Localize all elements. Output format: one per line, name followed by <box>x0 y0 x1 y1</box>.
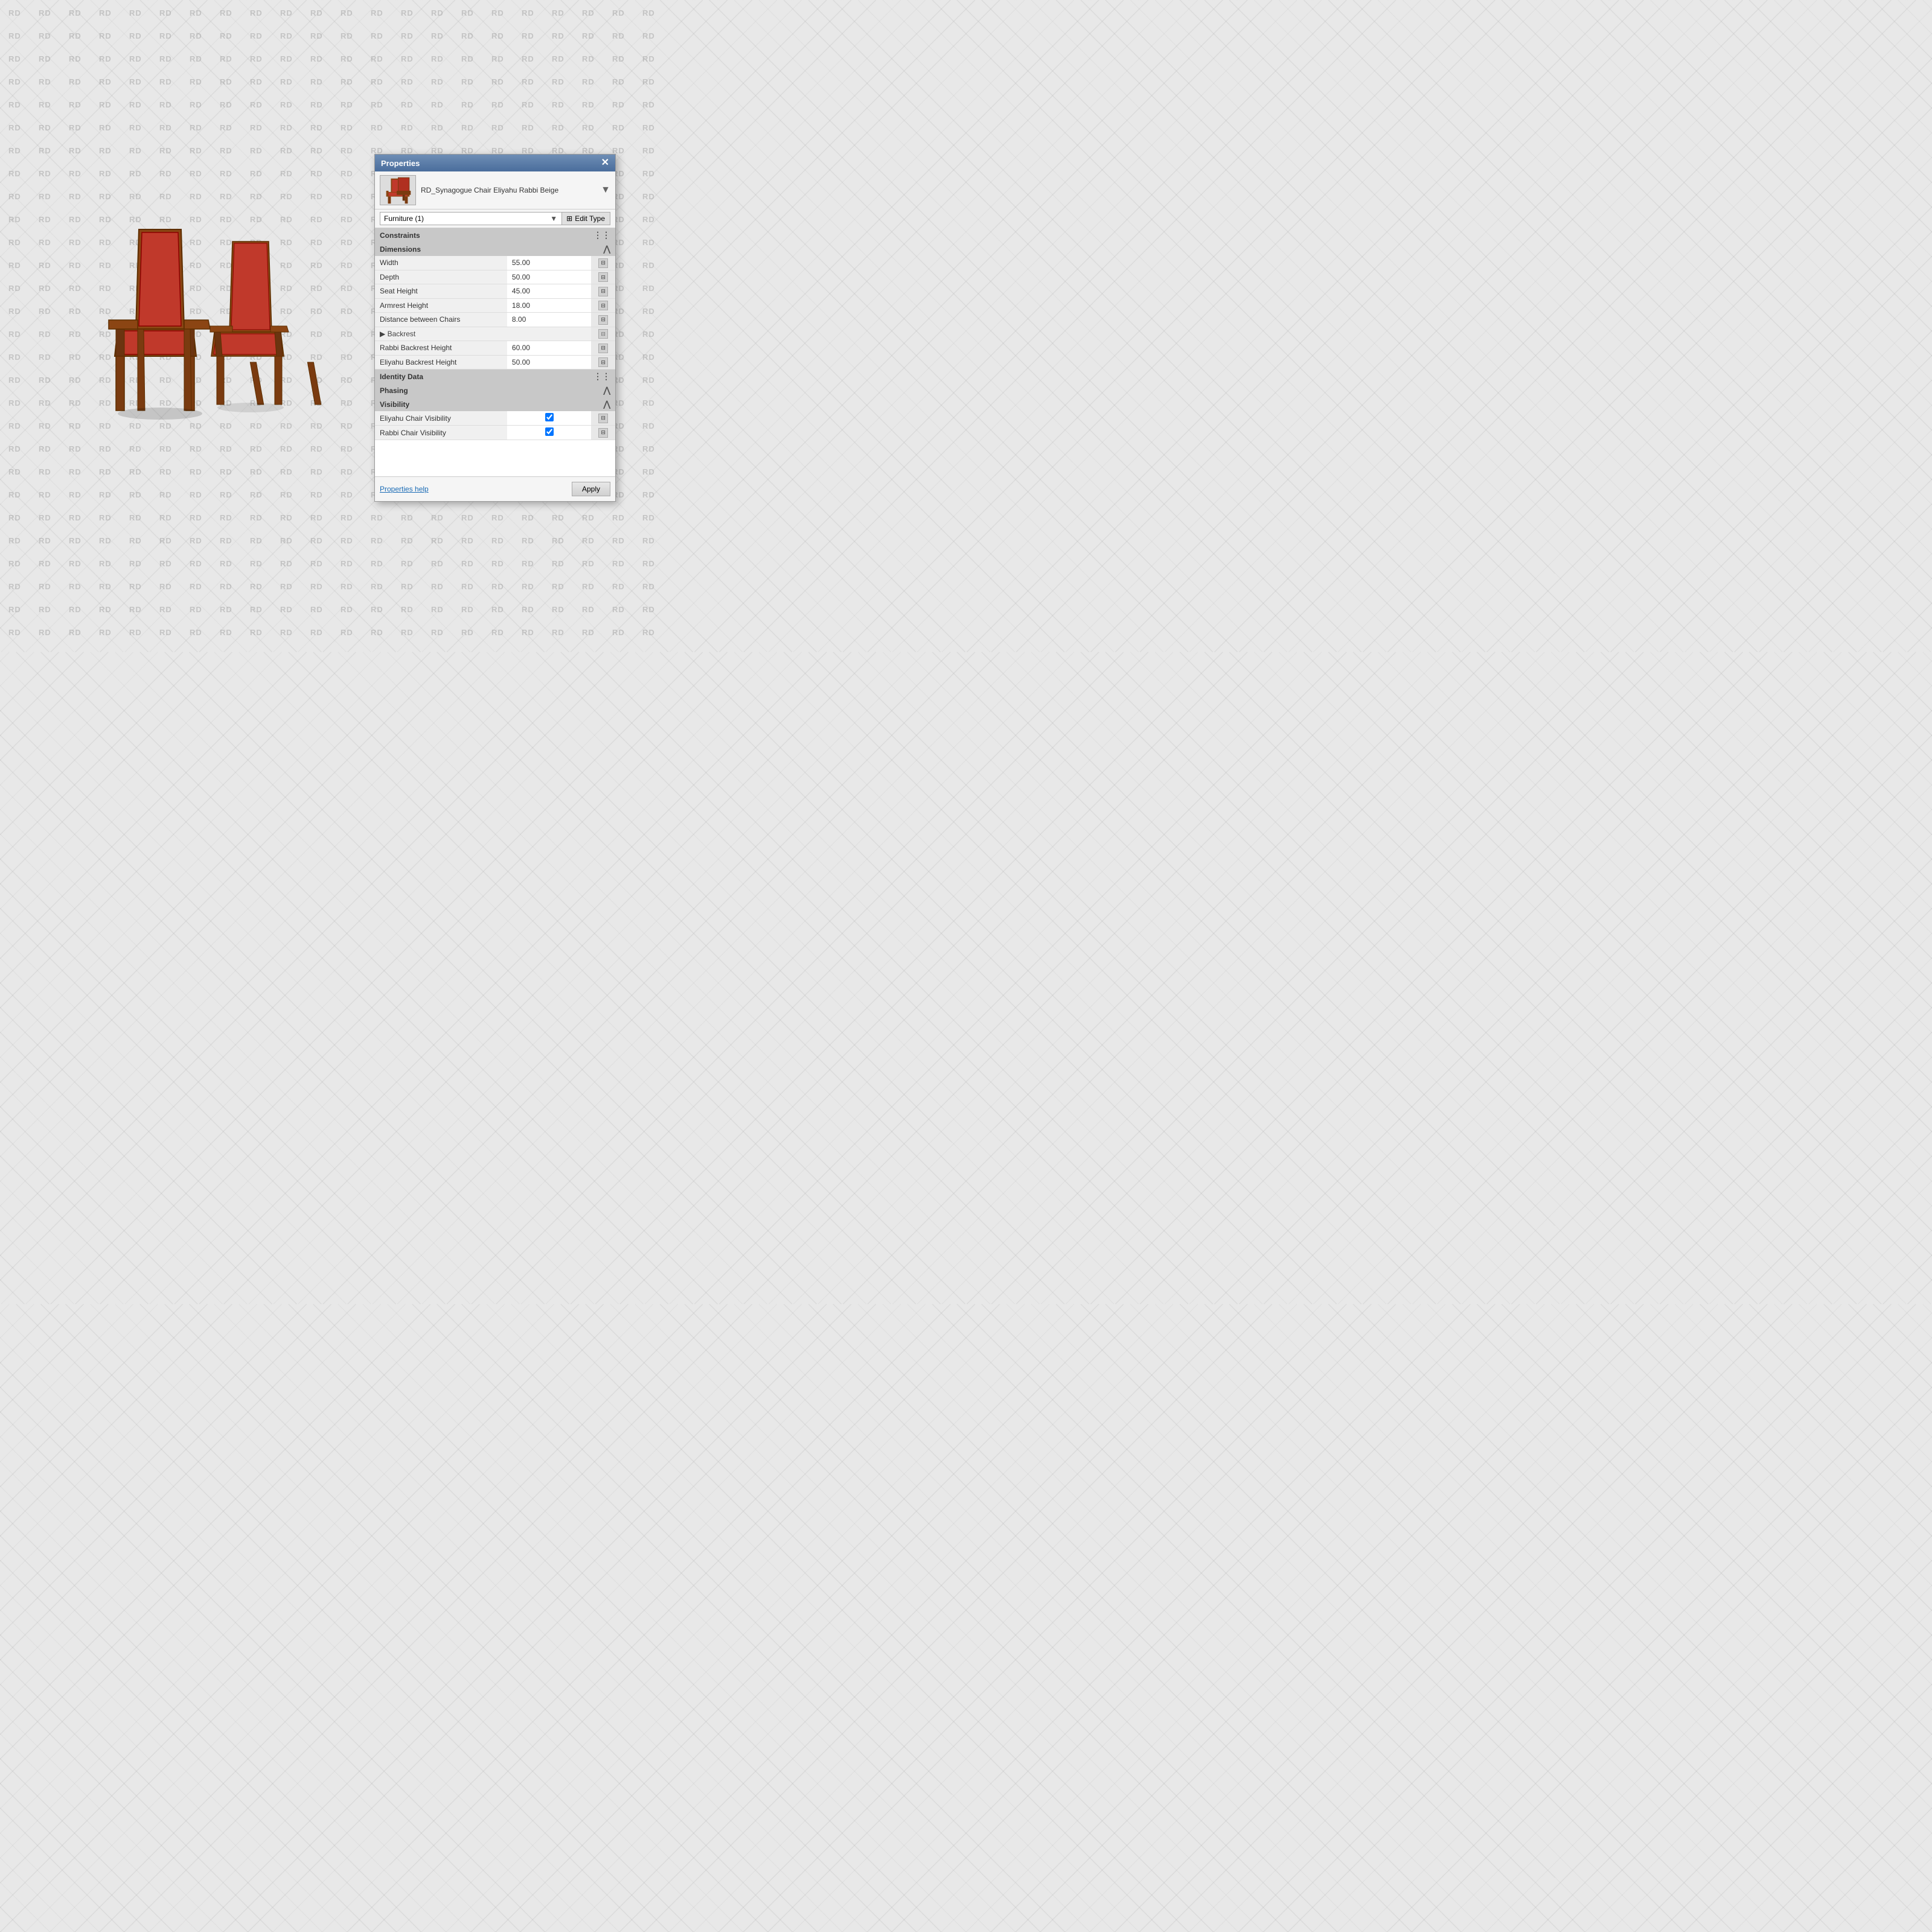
type-selector[interactable]: Furniture (1) <box>380 212 562 225</box>
prop-name-depth: Depth <box>375 270 507 284</box>
dimensions-label: Dimensions <box>380 245 421 254</box>
prop-name-rabbi-backrest: Rabbi Backrest Height <box>375 341 507 356</box>
prop-name-backrest-group: ▶ Backrest <box>375 327 591 341</box>
section-dimensions[interactable]: Dimensions ⋀ <box>375 242 615 256</box>
panel-header: RD_Synagogue Chair Eliyahu Rabbi Beige ▼ <box>375 171 615 210</box>
table-row: Seat Height 45.00 ⊟ <box>375 284 615 299</box>
prop-btn-rabbi-vis[interactable]: ⊟ <box>591 426 615 440</box>
table-row: Width 55.00 ⊟ <box>375 256 615 270</box>
edit-type-label: Edit Type <box>575 214 605 223</box>
prop-value-eliyahu-vis[interactable] <box>507 411 591 426</box>
table-row: Armrest Height 18.00 ⊟ <box>375 298 615 313</box>
panel-empty-space <box>375 440 615 476</box>
eliyahu-visibility-checkbox[interactable] <box>545 413 554 421</box>
table-row: Rabbi Chair Visibility ⊟ <box>375 426 615 440</box>
prop-btn-armrest-height[interactable]: ⊟ <box>591 298 615 313</box>
prop-value-depth[interactable]: 50.00 <box>507 270 591 284</box>
table-row: Eliyahu Backrest Height 50.00 ⊟ <box>375 355 615 369</box>
item-dropdown-arrow[interactable]: ▼ <box>601 175 610 205</box>
visibility-label: Visibility <box>380 400 409 409</box>
phasing-label: Phasing <box>380 386 408 395</box>
prop-name-eliyahu-vis: Eliyahu Chair Visibility <box>375 411 507 426</box>
prop-btn-rabbi-backrest[interactable]: ⊟ <box>591 341 615 356</box>
visibility-table: Eliyahu Chair Visibility ⊟ Rabbi Chair V… <box>375 411 615 440</box>
prop-btn-width[interactable]: ⊟ <box>591 256 615 270</box>
close-button[interactable]: ✕ <box>601 158 609 168</box>
chair-illustration <box>48 193 338 435</box>
dimensions-table: Width 55.00 ⊟ Depth 50.00 ⊟ Seat Height … <box>375 256 615 369</box>
prop-name-seat-height: Seat Height <box>375 284 507 299</box>
prop-name-armrest-height: Armrest Height <box>375 298 507 313</box>
prop-btn-eliyahu-backrest[interactable]: ⊟ <box>591 355 615 369</box>
visibility-collapse-icon: ⋀ <box>604 399 610 409</box>
table-row: Rabbi Backrest Height 60.00 ⊟ <box>375 341 615 356</box>
prop-name-width: Width <box>375 256 507 270</box>
dimensions-collapse-icon: ⋀ <box>604 244 610 254</box>
prop-value-eliyahu-backrest[interactable]: 50.00 <box>507 355 591 369</box>
table-row: Eliyahu Chair Visibility ⊟ <box>375 411 615 426</box>
phasing-collapse-icon: ⋀ <box>604 385 610 395</box>
item-name: RD_Synagogue Chair Eliyahu Rabbi Beige <box>421 175 596 205</box>
table-row: Distance between Chairs 8.00 ⊟ <box>375 313 615 327</box>
prop-btn-backrest-group[interactable]: ⊟ <box>591 327 615 341</box>
prop-value-armrest-height[interactable]: 18.00 <box>507 298 591 313</box>
section-phasing[interactable]: Phasing ⋀ <box>375 383 615 397</box>
prop-name-rabbi-vis: Rabbi Chair Visibility <box>375 426 507 440</box>
prop-value-width[interactable]: 55.00 <box>507 256 591 270</box>
identity-data-label: Identity Data <box>380 373 423 381</box>
section-identity-data[interactable]: Identity Data ⋮⋮ <box>375 369 615 383</box>
edit-type-button[interactable]: ⊞ Edit Type <box>561 212 610 225</box>
panel-title-bar: Properties ✕ <box>375 155 615 171</box>
prop-value-dist-chairs[interactable]: 8.00 <box>507 313 591 327</box>
prop-value-seat-height[interactable]: 45.00 <box>507 284 591 299</box>
prop-btn-dist-chairs[interactable]: ⊟ <box>591 313 615 327</box>
panel-title: Properties <box>381 159 420 168</box>
prop-value-rabbi-backrest[interactable]: 60.00 <box>507 341 591 356</box>
table-row-backrest-group: ▶ Backrest ⊟ <box>375 327 615 341</box>
section-constraints[interactable]: Constraints ⋮⋮ <box>375 228 615 242</box>
prop-value-rabbi-vis[interactable] <box>507 426 591 440</box>
constraints-label: Constraints <box>380 231 420 240</box>
prop-name-dist-chairs: Distance between Chairs <box>375 313 507 327</box>
apply-button[interactable]: Apply <box>572 482 610 496</box>
panel-footer: Properties help Apply <box>375 476 615 501</box>
table-row: Depth 50.00 ⊟ <box>375 270 615 284</box>
edit-type-icon: ⊞ <box>566 214 572 223</box>
prop-btn-depth[interactable]: ⊟ <box>591 270 615 284</box>
type-selector-row: Furniture (1) ▼ ⊞ Edit Type <box>375 210 615 228</box>
constraints-collapse-icon: ⋮⋮ <box>593 230 610 240</box>
prop-name-eliyahu-backrest: Eliyahu Backrest Height <box>375 355 507 369</box>
item-thumbnail <box>380 175 416 205</box>
properties-panel: Properties ✕ RD_Synagogue Chair El <box>374 154 616 502</box>
prop-btn-seat-height[interactable]: ⊟ <box>591 284 615 299</box>
prop-btn-eliyahu-vis[interactable]: ⊟ <box>591 411 615 426</box>
properties-help-link[interactable]: Properties help <box>380 485 429 493</box>
section-visibility[interactable]: Visibility ⋀ <box>375 397 615 411</box>
rabbi-visibility-checkbox[interactable] <box>545 427 554 436</box>
identity-data-collapse-icon: ⋮⋮ <box>593 371 610 382</box>
